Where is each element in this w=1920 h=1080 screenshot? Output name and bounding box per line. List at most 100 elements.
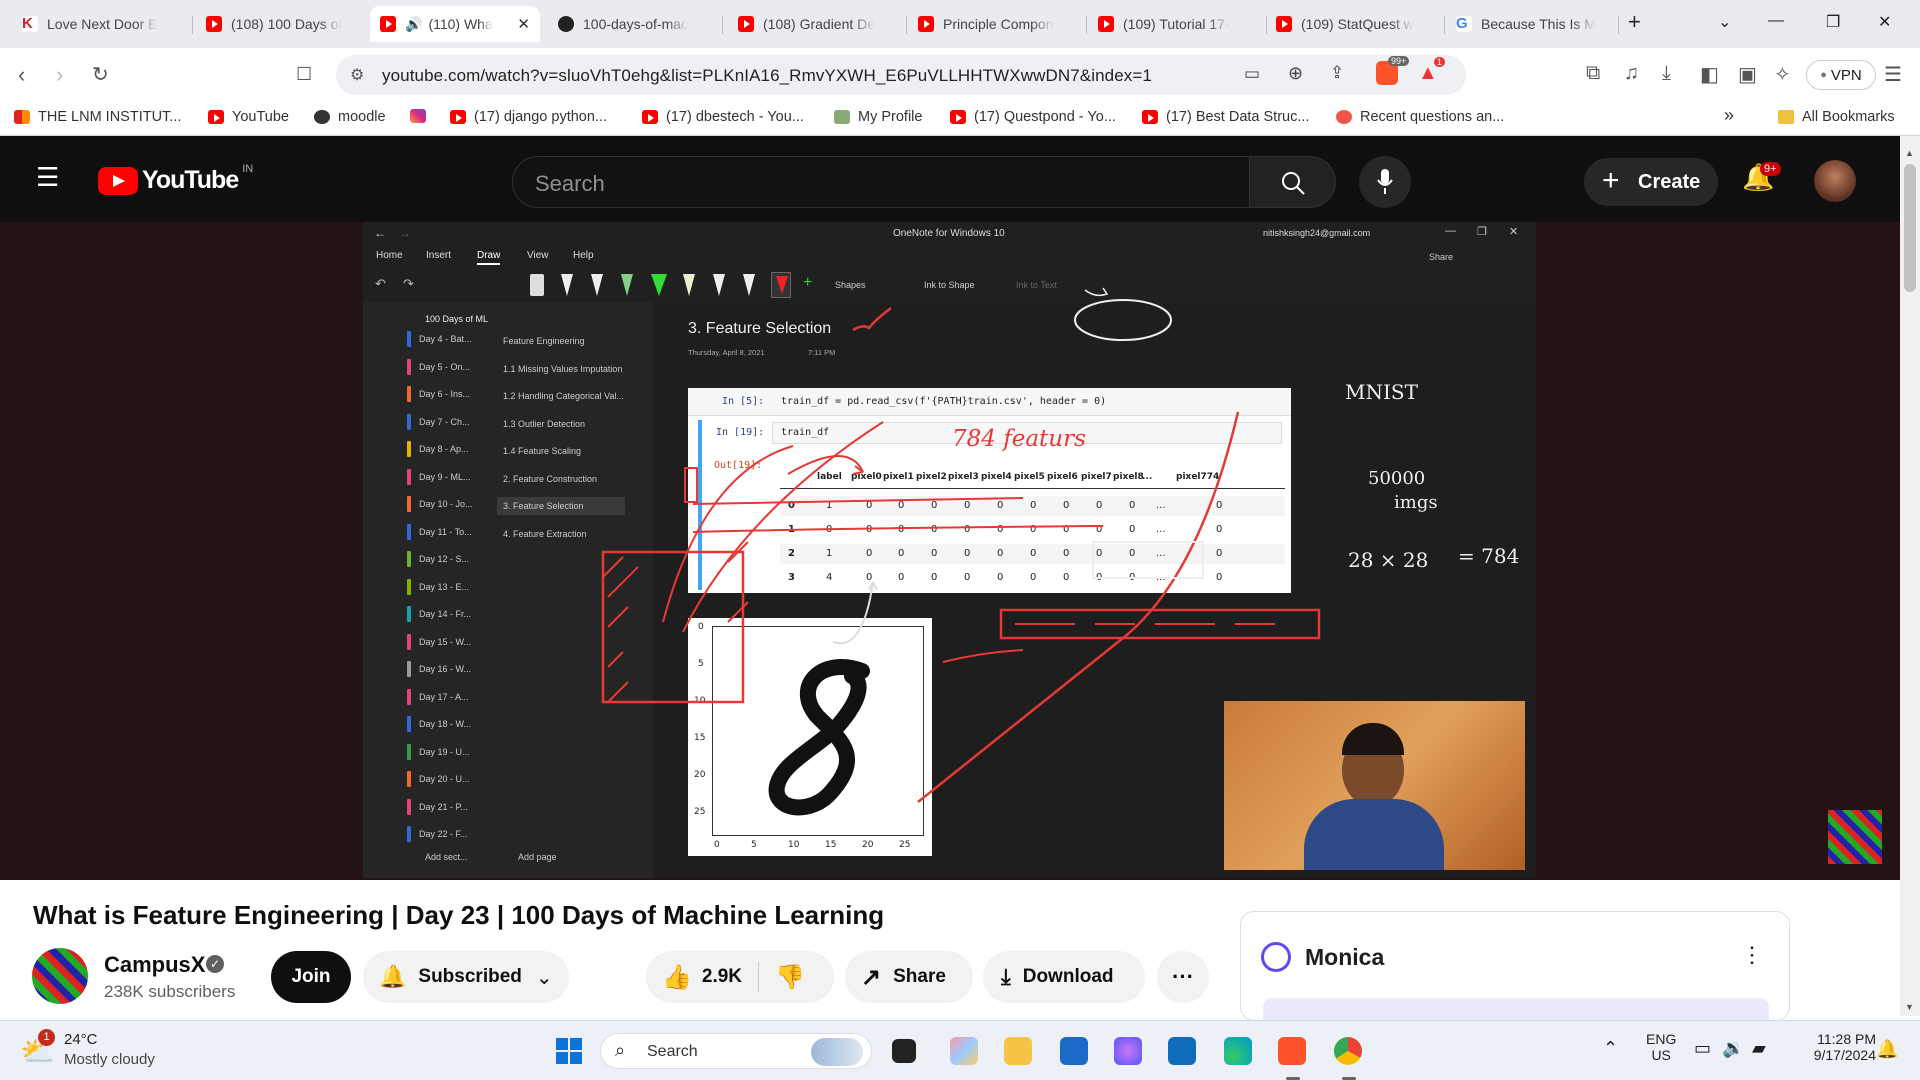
- download-button[interactable]: ⤓ Download: [983, 951, 1145, 1003]
- voice-search-button[interactable]: [1359, 156, 1411, 208]
- brave-badge: 99+: [1388, 56, 1410, 66]
- media-icon[interactable]: ♫: [1624, 62, 1639, 85]
- tab-7[interactable]: (109) StatQuest w: [1266, 6, 1442, 42]
- vpn-dot-icon: ●: [1820, 69, 1827, 81]
- back-icon[interactable]: ‹: [18, 62, 25, 88]
- channel-watermark[interactable]: [1828, 810, 1882, 864]
- zoom-icon[interactable]: ⊕: [1288, 63, 1303, 84]
- site-info-icon[interactable]: ⚙: [350, 65, 364, 85]
- bookmark-item[interactable]: YouTube: [208, 109, 289, 125]
- like-button[interactable]: 👍 2.9K: [662, 963, 742, 992]
- network-icon[interactable]: ▭: [1694, 1038, 1711, 1059]
- hand-eq-text: = 784: [1458, 544, 1520, 568]
- thumbs-down-icon[interactable]: 👎: [775, 963, 805, 992]
- notification-center-icon[interactable]: 🔔: [1876, 1039, 1898, 1060]
- language-indicator[interactable]: ENG US: [1646, 1031, 1676, 1063]
- instagram-icon: [410, 109, 426, 123]
- tab-4[interactable]: (108) Gradient De: [728, 6, 904, 42]
- extensions-icon[interactable]: ⧉: [1586, 62, 1600, 85]
- monica-title: Monica: [1305, 944, 1385, 970]
- bookmark-item[interactable]: Recent questions an...: [1336, 109, 1504, 125]
- task-view-icon[interactable]: [892, 1039, 916, 1063]
- share-icon[interactable]: ⇪: [1330, 63, 1344, 83]
- tab-2-active[interactable]: 🔊 (110) Wha ✕: [370, 6, 540, 42]
- bookmark-item[interactable]: (17) Questpond - Yo...: [950, 109, 1116, 125]
- avatar[interactable]: [1814, 160, 1856, 202]
- hand-imgs-text: imgs: [1394, 492, 1438, 513]
- store-icon[interactable]: [1060, 1037, 1088, 1065]
- tab-8[interactable]: G Because This Is M: [1446, 6, 1622, 42]
- edge-icon[interactable]: [1224, 1037, 1252, 1065]
- youtube-icon: [918, 16, 934, 32]
- more-actions-button[interactable]: ···: [1157, 951, 1209, 1003]
- brave-icon[interactable]: [1278, 1037, 1306, 1065]
- downloads-icon[interactable]: ⤓: [1662, 62, 1671, 85]
- battery-icon[interactable]: ▰: [1752, 1038, 1766, 1059]
- tab-label: (109) StatQuest w: [1301, 16, 1414, 32]
- youtube-icon: [642, 110, 658, 124]
- search-button[interactable]: [1250, 156, 1336, 208]
- channel-name[interactable]: CampusX: [104, 952, 205, 978]
- notification-badge: 9+: [1760, 162, 1781, 176]
- url-text[interactable]: youtube.com/watch?v=sluoVhT0ehg&list=PLK…: [382, 66, 1152, 86]
- share-arrow-icon: ↗: [861, 963, 882, 991]
- hamburger-menu-icon[interactable]: ☰: [36, 164, 59, 190]
- vpn-button[interactable]: ● VPN: [1806, 60, 1876, 90]
- tab-search-chevron-icon[interactable]: ⌄: [1718, 12, 1731, 32]
- clock[interactable]: 11:28 PM 9/17/2024: [1784, 1031, 1876, 1063]
- join-button[interactable]: Join: [271, 951, 351, 1003]
- bookmark-item[interactable]: moodle: [314, 109, 386, 125]
- tab-5[interactable]: Principle Compon: [908, 6, 1084, 42]
- page-scrollbar[interactable]: ▲ ▼: [1900, 136, 1920, 1016]
- subscribed-button[interactable]: 🔔 Subscribed ⌄: [363, 951, 569, 1003]
- close-window-icon[interactable]: ✕: [1878, 12, 1891, 32]
- channel-avatar[interactable]: [32, 948, 88, 1004]
- search-input[interactable]: Search: [512, 156, 1250, 208]
- minimize-icon[interactable]: —: [1768, 12, 1784, 30]
- app-icon[interactable]: [1114, 1037, 1142, 1065]
- cast-icon[interactable]: ▭: [1244, 64, 1260, 84]
- close-tab-icon[interactable]: ✕: [517, 15, 530, 33]
- volume-icon[interactable]: 🔉: [1722, 1038, 1744, 1059]
- tab-label: Principle Compon: [943, 16, 1054, 32]
- forward-icon[interactable]: ›: [56, 62, 63, 88]
- bookmark-item[interactable]: (17) Best Data Struc...: [1142, 109, 1309, 125]
- share-button[interactable]: ↗ Share: [845, 951, 973, 1003]
- subscriber-count: 238K subscribers: [104, 982, 236, 1001]
- file-explorer-icon[interactable]: [1004, 1037, 1032, 1065]
- chevron-up-icon[interactable]: ⌃: [1603, 1038, 1618, 1059]
- tab-6[interactable]: (109) Tutorial 17-: [1088, 6, 1264, 42]
- taskbar-search[interactable]: ⌕ Search: [600, 1033, 872, 1069]
- profile-icon: [834, 110, 850, 124]
- chrome-icon[interactable]: [1334, 1037, 1362, 1065]
- wallet-icon[interactable]: ▣: [1738, 62, 1757, 87]
- all-bookmarks[interactable]: All Bookmarks: [1778, 109, 1895, 125]
- sidebar-icon[interactable]: ◧: [1700, 62, 1719, 87]
- vpn-label: VPN: [1830, 66, 1862, 84]
- thumbs-up-icon: 👍: [662, 963, 692, 991]
- maximize-icon[interactable]: ❐: [1826, 12, 1840, 32]
- new-tab-icon[interactable]: +: [1628, 9, 1641, 35]
- bookmark-item[interactable]: [410, 109, 434, 123]
- monica-menu-icon[interactable]: ⋮: [1741, 942, 1763, 968]
- bookmark-item[interactable]: (17) dbestech - You...: [642, 109, 804, 125]
- windows-start-icon[interactable]: [556, 1038, 582, 1064]
- reload-icon[interactable]: ↻: [92, 62, 109, 87]
- scrollbar-thumb[interactable]: [1904, 164, 1916, 292]
- bookmark-item[interactable]: My Profile: [834, 109, 922, 125]
- more-bookmarks-icon[interactable]: »: [1724, 105, 1734, 126]
- leo-ai-icon[interactable]: ✧: [1774, 62, 1791, 87]
- tab-0[interactable]: K Love Next Door E: [12, 6, 190, 42]
- menu-icon[interactable]: ☰: [1884, 62, 1902, 87]
- monica-panel: Monica ⋮: [1240, 911, 1790, 1022]
- tab-1[interactable]: (108) 100 Days of: [196, 6, 374, 42]
- tab-3[interactable]: 100-days-of-mac: [548, 6, 720, 42]
- bookmark-icon[interactable]: ☐: [296, 64, 312, 85]
- bookmark-item[interactable]: THE LNM INSTITUT...: [14, 109, 181, 125]
- youtube-logo[interactable]: YouTube IN: [98, 163, 253, 195]
- bookmark-item[interactable]: (17) django python...: [450, 109, 607, 125]
- address-bar[interactable]: ⚙ youtube.com/watch?v=sluoVhT0ehg&list=P…: [336, 55, 1466, 95]
- create-button[interactable]: + Create: [1584, 158, 1718, 206]
- outlook-icon[interactable]: [1168, 1037, 1196, 1065]
- copilot-icon[interactable]: [950, 1037, 978, 1065]
